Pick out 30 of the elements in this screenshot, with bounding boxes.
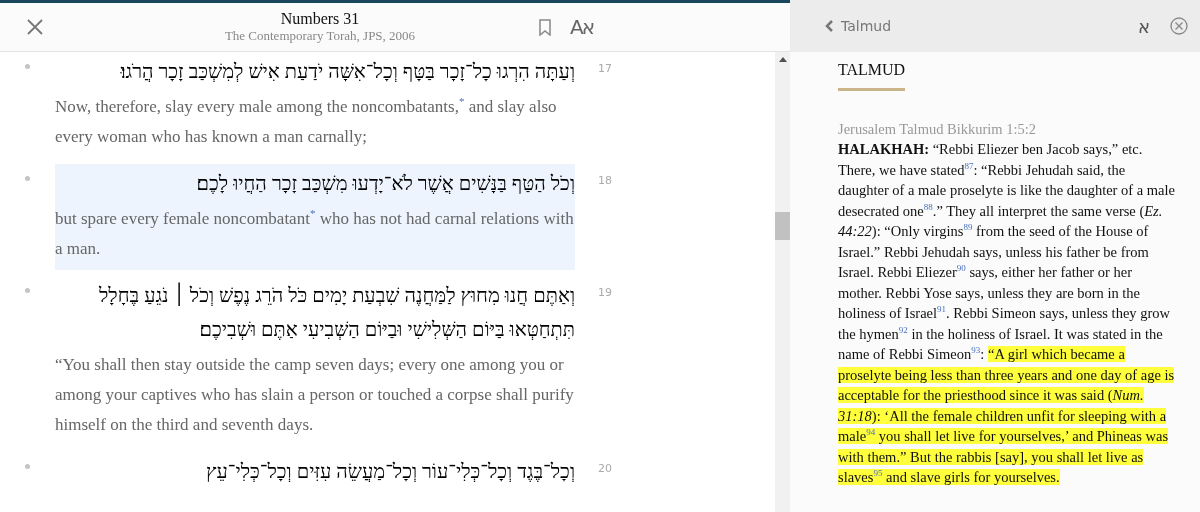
verse-number: 20 <box>597 461 613 475</box>
close-icon[interactable] <box>1170 17 1188 35</box>
english-verse: “You shall then stay outside the camp seven days; every one among you or among your captives who has slain a person or touched a corpse shall purify himself on the third and seventh days. <box>55 354 575 436</box>
back-link[interactable]: Talmud <box>825 18 892 34</box>
section-heading: TALMUD <box>838 61 906 91</box>
chevron-left-icon <box>825 20 834 32</box>
hebrew-verse: וְכֹל הַטַּף בַּנָּשִׁים אֲשֶׁר לֹא־יָדְעוּ מִשְׁכַּב זָכָר הַחֲיוּ לָכֶם׃ <box>195 171 575 196</box>
hebrew-verse: וְאַתֶּם חֲנוּ מִחוּץ לַמַּחֲנֶה שִׁבְעַת יָמִים כֹּל הֹרֵג נֶפֶשׁ וְכֹל ׀ נֹגֵעַ בֶּחָלָל תִּתְחַטְּאוּ בַּיּוֹם הַשְּׁלִישִׁי וּבַיּוֹם הַשְּׁבִיעִי אַתֶּם וּשְׁבִיכֶם׃ <box>98 281 575 342</box>
chapter-title: Numbers 31 <box>280 10 360 28</box>
language-toggle[interactable]: Aא <box>570 15 610 39</box>
english-verse: but spare every female noncombatant$^{*}$ who has not had carnal relations with a man. <box>55 206 575 260</box>
bookmark-icon[interactable] <box>539 18 551 36</box>
hebrew-verse: וְכָל־בֶּגֶד וְכָל־כְּלִי־עוֹר וְכָל־מַעֲשֵׂה עִזִּים וְכָל־כְּלִי־עֵץ <box>205 459 575 484</box>
talmud-passage: HALAKHAH: “Rebbi Eliezer ben Jacob says,” etc. There, we have stated$^{87}$: “Rebbi Jehudah said, the daughter of a male proselyte is like the daughter of a male desecrated one$^{88}$.” They all interpret the same verse (Ez. 44:22): “Only virgins$^{89}$ from the seed of the House of Israel.” Rebbi Jehudah says, unless his father be from Israel. Rebbi Eliezer$^{90}$ says, either her father or her mother. Rebbi Yose says, unless they are born in the holiness of Israel$^{91}$. Rebbi Simeon says, unless they grow the hymen$^{92}$ in the holiness of Israel. It was stated in the name of Rebbi Simeon$^{93}$: “A girl which became a proselyte being less than three years and one day of age is acceptable for the priesthood since it was said (Num. 31:18): ‘All the female children unfit for sleeping with a male$^{94}$ you shall let live for yourselves,’ and Phineas was with them.” But the rabbis [say], you shall let live as slaves$^{95}$ and slave girls for yourselves. <box>838 140 1176 487</box>
verse-number: 17 <box>597 61 613 75</box>
scroll-thumb[interactable] <box>775 212 790 240</box>
english-verse: Now, therefore, slay every male among the noncombatants,$^{*}$ and slay also every woman who has known a man carnally; <box>55 94 558 148</box>
segment-dot <box>25 288 30 293</box>
hebrew-verse: וְעַתָּה הִרְגוּ כָל־זָכָר בַּטָּף וְכָל־אִשָּׁה יֹדַעַת אִישׁ לְמִשְׁכַּב זָכָר הֲרֹגוּ׃ <box>119 59 575 84</box>
segment-dot <box>25 176 30 181</box>
version-subtitle: The Contemporary Torah, JPS, 2006 <box>224 28 416 44</box>
verse-number: 19 <box>597 285 613 299</box>
verse-segment[interactable]: וְכָל־בֶּגֶד וְכָל־כְּלִי־עוֹר וְכָל־מַעֲשֵׂה עִזִּים וְכָל־כְּלִי־עֵץ <box>55 452 575 498</box>
verse-number: 18 <box>597 173 613 187</box>
scrollbar[interactable] <box>775 52 790 512</box>
scroll-up-icon[interactable] <box>778 57 787 62</box>
close-icon[interactable] <box>27 19 43 35</box>
segment-dot <box>25 64 30 69</box>
segment-dot <box>25 464 30 469</box>
language-toggle[interactable]: א <box>1137 15 1150 37</box>
